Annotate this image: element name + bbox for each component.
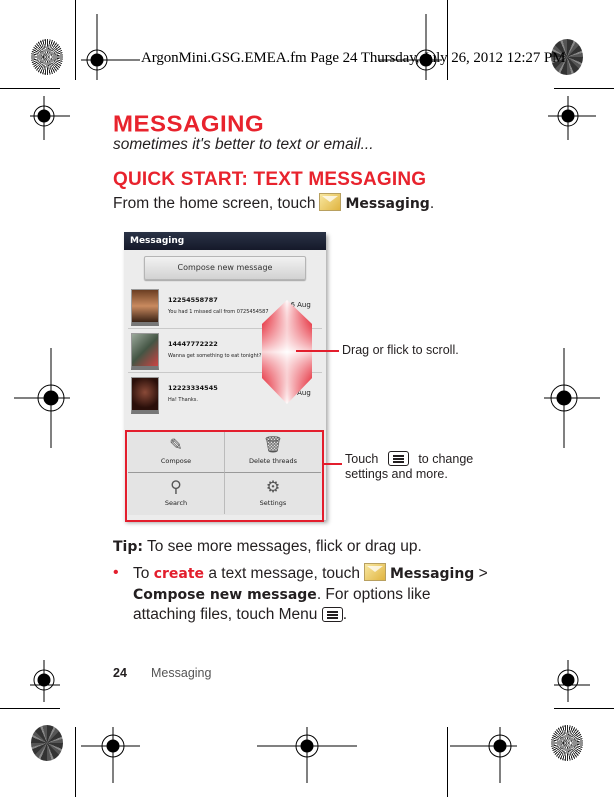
page-number: 24 [113, 666, 127, 680]
bullet-to: To [133, 565, 150, 582]
print-slug: ArgonMini.GSG.EMEA.fm Page 24 Thursday, … [141, 50, 566, 66]
avatar [131, 377, 159, 414]
bullet-dot: • [113, 564, 119, 581]
bullet-action: create [153, 566, 205, 582]
messaging-envelope-icon [319, 193, 342, 211]
intro-paragraph: From the home screen, touch Messaging. [113, 193, 434, 213]
menu-callout-line2: settings and more. [345, 467, 448, 481]
menu-callout: Touch to change settings and more. [345, 451, 473, 482]
menu-callout-prefix: Touch [345, 452, 379, 466]
avatar [131, 289, 159, 326]
bullet-item: • To create a text message, touch Messagi… [113, 563, 493, 625]
tip-label: Tip: [113, 539, 143, 555]
tip-paragraph: Tip: To see more messages, flick or drag… [113, 538, 422, 556]
callout-bracket [324, 432, 326, 520]
menu-key-icon [387, 451, 409, 466]
tip-text: To see more messages, flick or drag up. [147, 538, 422, 555]
thread-snippet: Wanna get something to eat tonight? [168, 353, 262, 359]
intro-app-name: Messaging [345, 196, 430, 212]
compose-new-message-button[interactable]: Compose new message [144, 256, 306, 280]
scroll-arrow-icon [262, 300, 312, 404]
thread-number: 12223334545 [168, 384, 218, 392]
avatar [131, 333, 159, 370]
messaging-envelope-icon [363, 563, 386, 581]
menu-callout-suffix: to change [418, 452, 474, 466]
scroll-callout: Drag or flick to scroll. [342, 343, 459, 357]
intro-suffix: . [429, 195, 435, 212]
bullet-app-name: Messaging [389, 566, 475, 582]
bullet-separator: > [478, 565, 488, 582]
thread-number: 14447772222 [168, 340, 218, 348]
app-titlebar: Messaging [124, 232, 326, 250]
section-heading: QUICK START: TEXT MESSAGING [113, 169, 427, 190]
menu-key-icon [321, 607, 343, 622]
callout-leader-line [296, 350, 339, 352]
intro-prefix: From the home screen, touch [113, 195, 316, 212]
footer-section: Messaging [151, 666, 212, 680]
page-title: MESSAGING [113, 111, 265, 138]
bullet-text: a text message, touch [208, 565, 360, 582]
bullet-end: . [342, 606, 348, 623]
bullet-compose: Compose new message [133, 586, 317, 603]
callout-leader-line [324, 463, 342, 465]
thread-number: 12254558787 [168, 296, 218, 304]
menu-highlight-box [125, 430, 324, 522]
thread-snippet: You had 1 missed call from 0725454587 [168, 309, 269, 315]
thread-snippet: Ha! Thanks. [168, 397, 198, 403]
page-subtitle: sometimes it's better to text or email..… [113, 136, 374, 153]
